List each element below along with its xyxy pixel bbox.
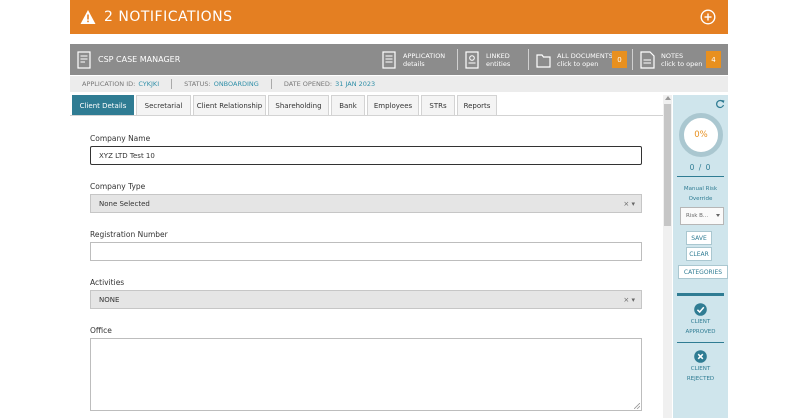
divider — [677, 176, 724, 177]
notes-count-badge: 4 — [706, 51, 721, 68]
refresh-icon[interactable] — [715, 99, 725, 109]
status-value: ONBOARDING — [213, 80, 259, 88]
divider — [632, 49, 633, 70]
linked-line1: LINKED — [486, 51, 510, 60]
folder-icon — [536, 53, 551, 68]
chevron-down-icon[interactable]: ▾ — [631, 296, 635, 304]
divider — [457, 49, 458, 70]
risk-select[interactable]: Risk B... — [680, 207, 724, 225]
tab-shareholding[interactable]: Shareholding — [268, 95, 329, 115]
select-controls: × ▾ — [623, 200, 635, 208]
notes-button[interactable]: NOTES click to open — [640, 44, 702, 75]
notes-line1: NOTES — [661, 51, 684, 60]
company-name-label: Company Name — [90, 134, 151, 143]
company-name-input[interactable]: XYZ LTD Test 10 — [90, 146, 642, 165]
documents-count-badge: 0 — [612, 51, 627, 68]
application-details-button[interactable]: APPLICATION details — [382, 44, 445, 75]
manual-risk-line1: Manual Risk — [683, 186, 718, 192]
manual-risk-override-label: Manual Risk Override — [673, 184, 728, 204]
company-type-value: None Selected — [99, 199, 150, 208]
application-info-line: APPLICATION ID: CYKJKI STATUS: ONBOARDIN… — [70, 76, 728, 92]
chevron-down-icon[interactable]: ▾ — [631, 200, 635, 208]
application-id-value: CYKJKI — [138, 80, 160, 88]
application-line1: APPLICATION — [403, 51, 446, 60]
approved-line1: CLIENT — [690, 319, 711, 325]
date-opened-value: 31 JAN 2023 — [335, 80, 376, 88]
categories-button[interactable]: CATEGORIES — [678, 265, 728, 279]
all-documents-line2: click to open — [557, 59, 599, 68]
scrollbar-thumb[interactable] — [664, 104, 671, 226]
select-controls: × ▾ — [623, 296, 635, 304]
notes-line2: click to open — [661, 59, 703, 68]
save-button[interactable]: SAVE — [686, 231, 712, 245]
x-circle-icon[interactable] — [694, 350, 707, 363]
registration-number-label: Registration Number — [90, 230, 168, 239]
date-opened-label: DATE OPENED: — [283, 80, 333, 88]
resize-handle-icon[interactable] — [634, 403, 640, 409]
application-document-icon — [382, 50, 396, 69]
case-manager-bar: CSP CASE MANAGER APPLICATION details LIN… — [70, 44, 728, 75]
divider — [270, 79, 272, 89]
divider — [528, 49, 529, 70]
risk-select-value: Risk B... — [686, 213, 709, 219]
chevron-down-icon — [716, 214, 720, 217]
clear-selection-icon[interactable]: × — [623, 296, 629, 304]
tab-bar: Client Details Secretarial Client Relati… — [70, 95, 670, 115]
divider — [677, 342, 724, 343]
tab-bank[interactable]: Bank — [331, 95, 365, 115]
office-label: Office — [90, 326, 112, 335]
rejected-line2: REJECTED — [686, 376, 715, 382]
clear-selection-icon[interactable]: × — [623, 200, 629, 208]
case-manager-label: CSP CASE MANAGER — [98, 54, 181, 64]
registration-number-input[interactable] — [90, 242, 642, 261]
risk-progress-donut: 0% — [679, 113, 723, 157]
risk-ratio: 0 / 0 — [689, 163, 712, 172]
status-label: STATUS: — [184, 80, 211, 88]
risk-percent: 0% — [694, 130, 708, 140]
manual-risk-line2: Override — [688, 196, 713, 202]
tab-secretarial[interactable]: Secretarial — [136, 95, 191, 115]
linked-entities-icon — [465, 50, 479, 69]
client-rejected-label[interactable]: CLIENT REJECTED — [673, 364, 728, 384]
risk-panel: 0% 0 / 0 Manual Risk Override Risk B... … — [673, 95, 728, 418]
office-textarea[interactable] — [90, 338, 642, 411]
approved-line2: APPROVED — [685, 329, 716, 335]
divider — [171, 79, 173, 89]
clear-button[interactable]: CLEAR — [686, 247, 712, 261]
linked-line2: entities — [486, 59, 511, 68]
tab-client-details[interactable]: Client Details — [72, 95, 134, 115]
tab-strs[interactable]: STRs — [421, 95, 455, 115]
rejected-line1: CLIENT — [690, 366, 711, 372]
linked-entities-button[interactable]: LINKED entities — [465, 44, 510, 75]
all-documents-line1: ALL DOCUMENTS — [557, 51, 613, 60]
company-name-value: XYZ LTD Test 10 — [99, 151, 155, 160]
notifications-title: 2 NOTIFICATIONS — [104, 9, 233, 25]
activities-label: Activities — [90, 278, 125, 287]
tab-divider — [70, 115, 668, 116]
warning-icon — [80, 10, 96, 24]
case-file-icon — [77, 50, 91, 69]
notes-icon — [640, 50, 655, 69]
application-line2: details — [403, 59, 425, 68]
expand-plus-icon[interactable] — [700, 9, 716, 25]
activities-select[interactable]: NONE × ▾ — [90, 290, 642, 309]
divider — [677, 293, 724, 296]
tab-reports[interactable]: Reports — [457, 95, 497, 115]
company-type-select[interactable]: None Selected × ▾ — [90, 194, 642, 213]
activities-value: NONE — [99, 295, 120, 304]
case-manager-title: CSP CASE MANAGER — [77, 44, 180, 75]
scroll-up-arrow-icon[interactable] — [665, 96, 671, 100]
application-id-label: APPLICATION ID: — [82, 80, 136, 88]
client-approved-label[interactable]: CLIENT APPROVED — [673, 317, 728, 337]
check-circle-icon[interactable] — [694, 303, 707, 316]
tab-client-relationship[interactable]: Client Relationship — [193, 95, 266, 115]
all-documents-button[interactable]: ALL DOCUMENTS click to open — [536, 44, 613, 75]
case-manager-window: 2 NOTIFICATIONS CSP CASE MANAGER APPLICA… — [70, 0, 728, 418]
company-type-label: Company Type — [90, 182, 146, 191]
tab-employees[interactable]: Employees — [367, 95, 419, 115]
notifications-bar[interactable]: 2 NOTIFICATIONS — [70, 0, 728, 34]
